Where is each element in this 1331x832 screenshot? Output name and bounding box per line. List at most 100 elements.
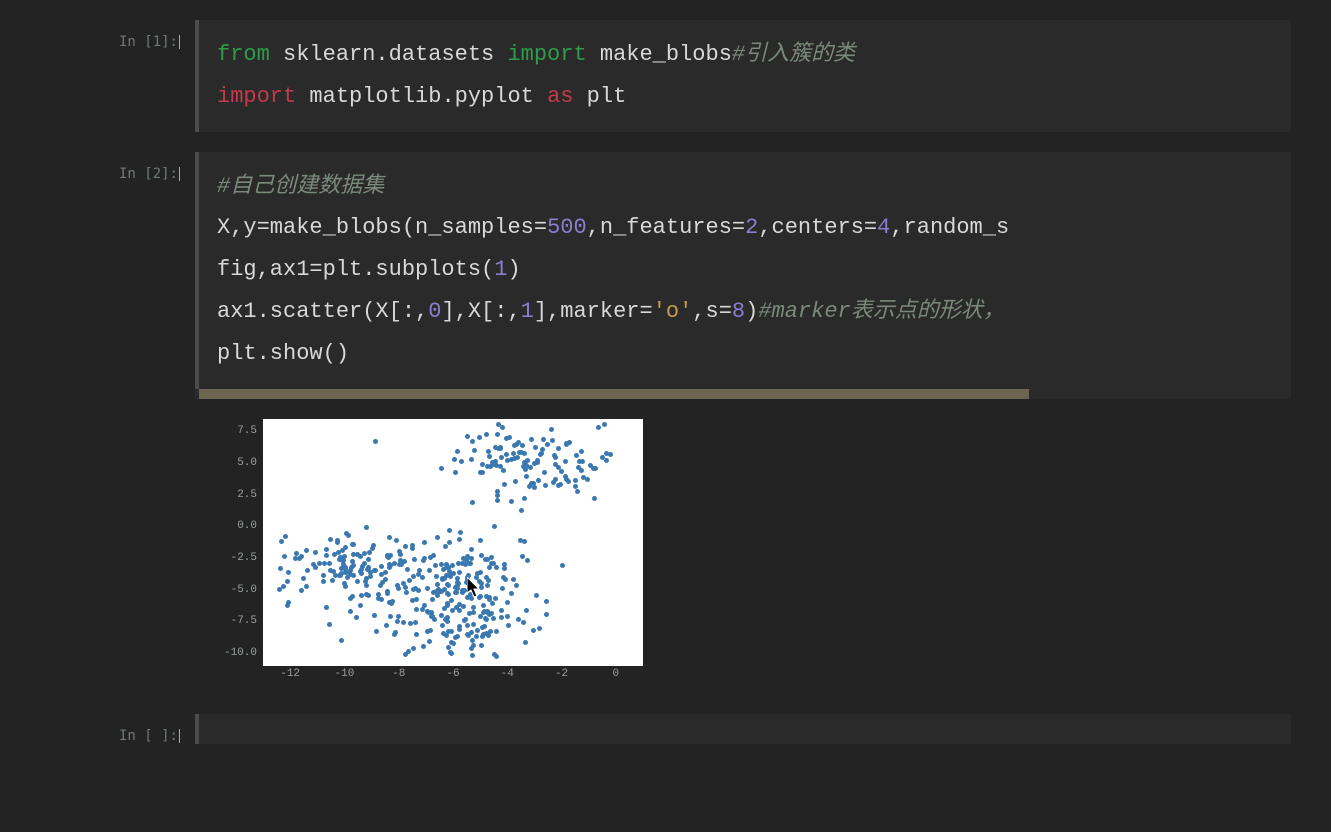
scatter-point <box>384 623 389 628</box>
scatter-point <box>522 496 527 501</box>
cell-output: 7.55.02.50.0-2.5-5.0-7.5-10.0 -12-10-8-6… <box>195 399 1291 694</box>
scatter-point <box>455 576 460 581</box>
scatter-point <box>404 590 409 595</box>
scatter-point <box>545 442 550 447</box>
scrollbar-thumb[interactable] <box>199 389 1029 399</box>
scatter-point <box>441 567 446 572</box>
prompt-text: In [ ]: <box>119 728 178 744</box>
scatter-point <box>521 620 526 625</box>
scatter-point <box>435 535 440 540</box>
scatter-point <box>435 582 440 587</box>
scatter-point <box>371 543 376 548</box>
code-cell-2[interactable]: In [2]: #自己创建数据集 X,y=make_blobs(n_sample… <box>100 152 1291 694</box>
scatter-point <box>359 593 364 598</box>
scatter-point <box>411 646 416 651</box>
scatter-point <box>403 544 408 549</box>
scatter-point <box>327 622 332 627</box>
scatter-point <box>482 624 487 629</box>
scatter-point <box>348 596 353 601</box>
x-tick-label: -4 <box>492 668 522 680</box>
code-input[interactable] <box>195 714 1291 744</box>
scatter-point <box>305 568 310 573</box>
scatter-point <box>455 449 460 454</box>
scatter-point <box>585 477 590 482</box>
code-cell-1[interactable]: In [1]: from sklearn.datasets import mak… <box>100 20 1291 132</box>
scatter-point <box>541 437 546 442</box>
scatter-point <box>494 629 499 634</box>
scatter-point <box>544 599 549 604</box>
scatter-point <box>343 584 348 589</box>
scatter-point <box>469 556 474 561</box>
scatter-point <box>321 579 326 584</box>
scatter-point <box>520 443 525 448</box>
scatter-point <box>474 634 479 639</box>
scatter-point <box>500 586 505 591</box>
scatter-point <box>388 614 393 619</box>
code-cell-3[interactable]: In [ ]: <box>100 714 1291 744</box>
scatter-point <box>313 565 318 570</box>
scatter-point <box>434 574 439 579</box>
scatter-point <box>471 622 476 627</box>
scatter-point <box>520 554 525 559</box>
y-tick-label: 2.5 <box>213 489 257 501</box>
caret-icon <box>179 167 180 181</box>
x-tick-label: -10 <box>329 668 359 680</box>
scatter-point <box>383 570 388 575</box>
scatter-point <box>450 563 455 568</box>
scatter-point <box>379 564 384 569</box>
scatter-point <box>512 443 517 448</box>
scatter-point <box>459 459 464 464</box>
scatter-point <box>414 632 419 637</box>
scatter-point <box>445 603 450 608</box>
prompt-text: In [2]: <box>119 166 178 182</box>
scatter-point <box>465 632 470 637</box>
cell-prompt: In [1]: <box>100 34 190 50</box>
y-tick-label: -2.5 <box>213 552 257 564</box>
scatter-point <box>449 629 454 634</box>
scatter-point <box>499 455 504 460</box>
scatter-point <box>494 654 499 659</box>
scatter-point <box>348 572 353 577</box>
scatter-point <box>439 466 444 471</box>
scatter-point <box>454 605 459 610</box>
scatter-point <box>414 607 419 612</box>
scatter-point <box>488 464 493 469</box>
scatter-point <box>481 603 486 608</box>
x-tick-label: -8 <box>384 668 414 680</box>
y-tick-label: 7.5 <box>213 425 257 437</box>
scatter-point <box>383 577 388 582</box>
cell-prompt: In [2]: <box>100 166 190 182</box>
scatter-point <box>443 544 448 549</box>
scatter-point <box>479 585 484 590</box>
scatter-point <box>401 620 406 625</box>
scatter-point <box>604 458 609 463</box>
scatter-point <box>348 609 353 614</box>
scatter-point <box>478 614 483 619</box>
scatter-point <box>378 583 383 588</box>
code-input[interactable]: #自己创建数据集 X,y=make_blobs(n_samples=500,n_… <box>195 152 1291 389</box>
scatter-point <box>427 568 432 573</box>
scatter-point <box>399 562 404 567</box>
scatter-point <box>469 457 474 462</box>
scatter-point <box>286 570 291 575</box>
scatter-point <box>515 455 520 460</box>
scatter-point <box>433 563 438 568</box>
scatter-point <box>470 500 475 505</box>
scatter-point <box>452 457 457 462</box>
code-input[interactable]: from sklearn.datasets import make_blobs#… <box>195 20 1291 132</box>
scatter-point <box>385 591 390 596</box>
scatter-point <box>524 608 529 613</box>
scatter-point <box>321 573 326 578</box>
scatter-point <box>457 627 462 632</box>
horizontal-scrollbar[interactable] <box>195 389 1291 399</box>
scatter-point <box>475 628 480 633</box>
scatter-point <box>435 593 440 598</box>
scatter-point <box>471 643 476 648</box>
scatter-point <box>534 593 539 598</box>
scatter-point <box>543 483 548 488</box>
scatter-point <box>511 577 516 582</box>
scatter-point <box>490 601 495 606</box>
scatter-point <box>405 567 410 572</box>
scatter-point <box>465 434 470 439</box>
scatter-point <box>519 508 524 513</box>
